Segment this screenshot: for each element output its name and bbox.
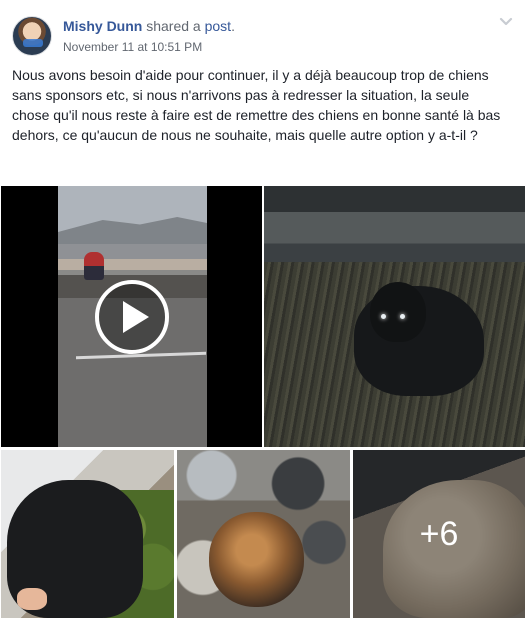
author-line: Mishy Dunn shared a post. [63, 17, 235, 35]
dog-eye-left [381, 314, 386, 319]
photo-dog-night[interactable] [264, 186, 525, 447]
video-guardrail [58, 270, 207, 275]
post-body-text: Nous avons besoin d'aide pour continuer,… [12, 67, 501, 143]
photo-dog-debris[interactable] [177, 450, 350, 618]
photo-dog-closeup[interactable] [1, 450, 174, 618]
play-icon[interactable] [94, 279, 170, 355]
photo-gallery: +6 [0, 186, 525, 618]
shared-post-link[interactable]: post [205, 18, 231, 34]
chevron-down-icon[interactable] [499, 16, 513, 28]
post-timestamp[interactable]: November 11 at 10:51 PM [63, 39, 202, 55]
author-avatar[interactable] [12, 16, 52, 56]
video-person [84, 252, 104, 280]
photo-dog-fur [209, 512, 304, 607]
more-photos-count[interactable]: +6 [353, 450, 525, 618]
photo-dog-head [370, 282, 426, 342]
photo-more-overlay[interactable]: +6 [353, 450, 525, 618]
dog-eye-right [400, 314, 405, 319]
period: . [231, 18, 235, 34]
video-hills [58, 217, 207, 244]
video-thumbnail[interactable] [1, 186, 262, 447]
photo-hand [17, 588, 47, 610]
post-header: Mishy Dunn shared a post. November 11 at… [0, 0, 525, 62]
shared-text: shared a [146, 18, 201, 34]
author-name-link[interactable]: Mishy Dunn [63, 18, 142, 34]
